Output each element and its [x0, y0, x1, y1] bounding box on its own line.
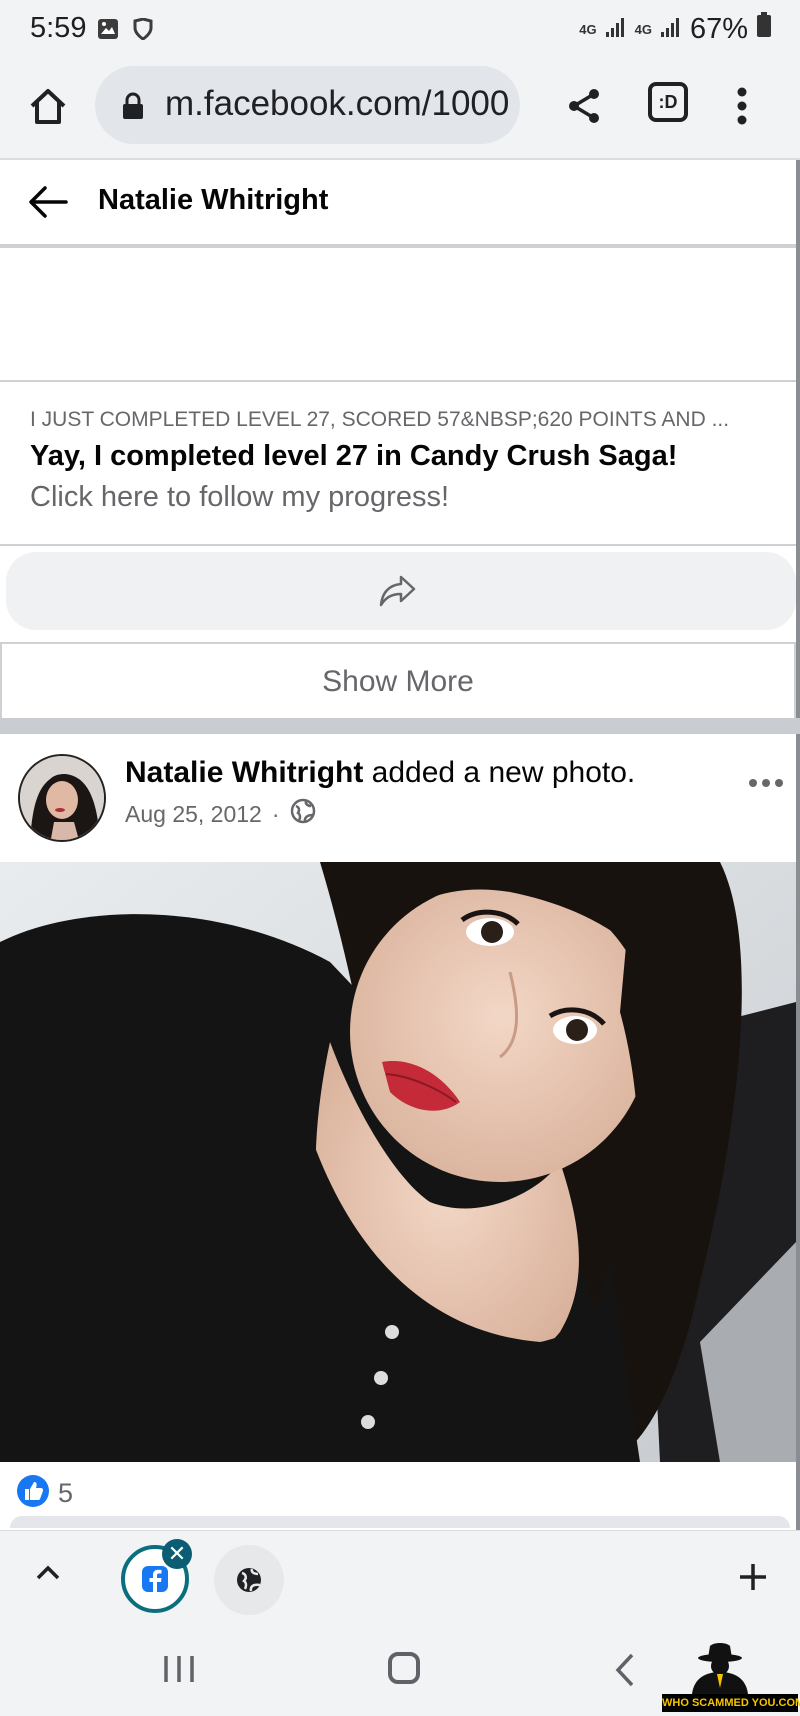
chevron-up-icon[interactable] [36, 1563, 60, 1586]
address-bar[interactable]: m.facebook.com/1000 [95, 66, 520, 144]
shield-notification-icon [133, 17, 153, 45]
share-icon[interactable] [565, 86, 603, 131]
section-divider [0, 718, 800, 734]
close-icon[interactable]: ✕ [162, 1539, 192, 1569]
url-text: m.facebook.com/1000 [165, 84, 510, 123]
network-type-1: 4G [579, 21, 597, 37]
like-reaction-icon [16, 1474, 50, 1513]
back-arrow-icon[interactable] [28, 184, 68, 225]
watermark-text: WHO SCAMMED YOU.COM [662, 1694, 800, 1712]
watermark-logo: WHO SCAMMED YOU.COM [662, 1640, 800, 1714]
comment-box-edge [10, 1516, 790, 1528]
globe-icon [290, 798, 316, 830]
home-nav-icon[interactable] [388, 1652, 420, 1684]
network-type-2: 4G [634, 21, 652, 37]
link-preview-caption: I JUST COMPLETED LEVEL 27, SCORED 57&NBS… [30, 408, 730, 431]
more-options-icon[interactable] [748, 776, 784, 794]
more-vertical-icon[interactable] [736, 86, 748, 131]
bottom-toolbar: ✕ [0, 1530, 800, 1624]
home-icon[interactable] [26, 84, 70, 128]
reactions-summary[interactable]: 5 [16, 1474, 73, 1513]
share-arrow-icon [378, 573, 418, 614]
page-title: Natalie Whitright [98, 184, 329, 216]
browser-tab-button[interactable] [214, 1545, 284, 1615]
link-preview-title: Yay, I completed level 27 in Candy Crush… [30, 440, 678, 472]
post-author-link[interactable]: Natalie Whitright [125, 756, 363, 789]
post-headline: Natalie Whitright added a new photo. [125, 756, 635, 790]
share-button[interactable] [6, 552, 796, 630]
status-bar: 5:59 4G 4G 67% [0, 0, 800, 58]
post-action-text: added a new photo. [363, 756, 636, 789]
tab-switcher-button[interactable]: :D [648, 82, 688, 122]
avatar[interactable] [18, 754, 106, 842]
recent-apps-icon[interactable] [162, 1654, 196, 1689]
scrollbar[interactable] [796, 160, 800, 1530]
lock-icon [121, 92, 145, 125]
post-photo[interactable] [0, 862, 796, 1462]
page-header: Natalie Whitright [0, 160, 796, 248]
battery-percent: 67% [689, 12, 748, 45]
post-date[interactable]: Aug 25, 2012 [125, 801, 262, 828]
new-tab-plus-icon[interactable] [738, 1553, 768, 1603]
post-meta: Aug 25, 2012 · [125, 798, 316, 830]
back-nav-icon[interactable] [614, 1652, 636, 1693]
link-preview-card[interactable]: I JUST COMPLETED LEVEL 27, SCORED 57&NBS… [0, 384, 796, 546]
show-more-button[interactable]: Show More [0, 642, 796, 718]
link-preview-image[interactable] [0, 252, 796, 382]
like-count: 5 [58, 1478, 74, 1508]
browser-toolbar: m.facebook.com/1000 :D [0, 58, 800, 160]
gallery-notification-icon [97, 18, 119, 45]
meta-separator: · [271, 800, 280, 827]
battery-icon [756, 12, 772, 46]
status-time: 5:59 [30, 12, 87, 44]
feed-post: Natalie Whitright added a new photo. Aug… [0, 734, 796, 1528]
signal-icon [660, 13, 682, 46]
link-preview-description: Click here to follow my progress! [30, 481, 450, 513]
signal-icon [605, 13, 627, 46]
